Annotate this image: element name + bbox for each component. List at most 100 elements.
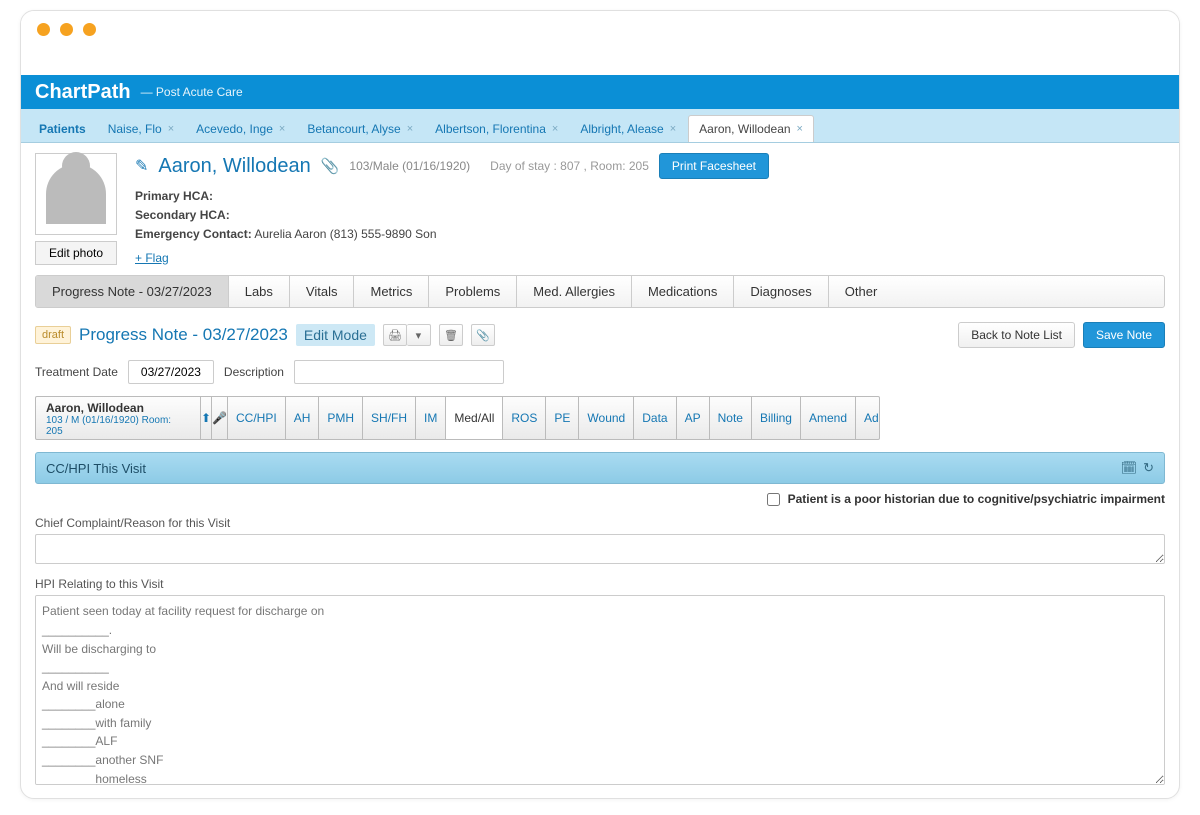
close-icon[interactable]: × [407, 123, 413, 135]
nav-item-wound[interactable]: Wound [579, 397, 634, 439]
print-button[interactable]: 🖨 [383, 324, 407, 346]
chart-tab-med-allergies[interactable]: Med. Allergies [517, 276, 632, 307]
patient-name: Aaron, Willodean [158, 155, 310, 178]
nav-item-ah[interactable]: AH [286, 397, 320, 439]
microphone-icon: 🎤 [212, 411, 227, 425]
primary-hca-label: Primary HCA: [135, 189, 213, 203]
treatment-date-label: Treatment Date [35, 365, 118, 379]
nav-item-addenda[interactable]: Addenda [856, 397, 880, 439]
close-icon[interactable]: × [279, 123, 285, 135]
delete-button[interactable]: 🗑 [439, 324, 463, 346]
nav-patient-sub: 103 / M (01/16/1920) Room: 205 [46, 415, 190, 437]
nav-item-im[interactable]: IM [416, 397, 446, 439]
patient-tab[interactable]: Naise, Flo × [98, 116, 184, 142]
paperclip-icon: 📎 [476, 329, 490, 342]
trash-icon: 🗑 [444, 329, 458, 342]
treatment-date-input[interactable] [128, 360, 214, 384]
chart-tab-vitals[interactable]: Vitals [290, 276, 355, 307]
patient-tab-label: Albertson, Florentina [435, 122, 546, 136]
patient-tab-strip: Patients Naise, Flo × Acevedo, Inge × Beta… [21, 109, 1179, 143]
poor-historian-label[interactable]: Patient is a poor historian due to cogni… [767, 492, 1165, 506]
nav-item-data[interactable]: Data [634, 397, 676, 439]
stay-info: Day of stay : 807 , Room: 205 [490, 159, 649, 173]
back-to-note-list-button[interactable]: Back to Note List [958, 322, 1075, 348]
add-flag-link[interactable]: + Flag [135, 251, 169, 265]
print-icon: 🖨 [388, 329, 402, 342]
note-title: Progress Note - 03/27/2023 [79, 325, 288, 345]
patient-tab[interactable]: Acevedo, Inge × [186, 116, 295, 142]
brand-name: ChartPath [35, 81, 131, 104]
hpi-label: HPI Relating to this Visit [35, 577, 1165, 591]
section-title: CC/HPI This Visit [46, 461, 146, 476]
chart-tab-other[interactable]: Other [829, 276, 894, 307]
paperclip-icon[interactable]: 📎 [321, 157, 340, 175]
chart-tab-metrics[interactable]: Metrics [354, 276, 429, 307]
nav-mic-button[interactable]: 🎤 [212, 397, 228, 439]
note-section-nav: Aaron, Willodean 103 / M (01/16/1920) Ro… [35, 396, 880, 440]
edit-mode-badge: Edit Mode [296, 324, 375, 346]
caret-down-icon: ▾ [416, 329, 422, 342]
close-icon[interactable]: × [797, 123, 803, 135]
nav-item-billing[interactable]: Billing [752, 397, 801, 439]
poor-historian-checkbox[interactable] [767, 493, 780, 506]
secondary-hca-label: Secondary HCA: [135, 208, 230, 222]
nav-patient-block: Aaron, Willodean 103 / M (01/16/1920) Ro… [36, 397, 201, 439]
person-icon [46, 164, 106, 224]
patient-tab-label: Acevedo, Inge [196, 122, 273, 136]
window-dot [37, 23, 50, 36]
refresh-icon[interactable]: ↻ [1143, 460, 1154, 476]
attach-button[interactable]: 📎 [471, 324, 495, 346]
patients-tab[interactable]: Patients [29, 116, 96, 142]
description-label: Description [224, 365, 284, 379]
nav-item-pe[interactable]: PE [546, 397, 579, 439]
nav-up-button[interactable]: ⬆ [201, 397, 212, 439]
hpi-textarea[interactable] [35, 595, 1165, 785]
poor-historian-text: Patient is a poor historian due to cogni… [788, 492, 1165, 506]
close-icon[interactable]: × [552, 123, 558, 135]
patient-tab[interactable]: Betancourt, Alyse × [297, 116, 423, 142]
arrow-up-icon: ⬆ [201, 411, 211, 425]
chart-tab-problems[interactable]: Problems [429, 276, 517, 307]
calendar-icon[interactable]: 🗓 [1121, 460, 1138, 476]
browser-chrome [21, 11, 1179, 47]
patient-tab[interactable]: Albright, Alease × [570, 116, 686, 142]
close-icon[interactable]: × [168, 123, 174, 135]
chief-complaint-label: Chief Complaint/Reason for this Visit [35, 516, 1165, 530]
patient-tab-label: Albright, Alease [580, 122, 663, 136]
chief-complaint-textarea[interactable] [35, 534, 1165, 564]
window-dot [60, 23, 73, 36]
chart-tabs: Progress Note - 03/27/2023 Labs Vitals M… [35, 275, 1165, 308]
nav-item-shfh[interactable]: SH/FH [363, 397, 416, 439]
nav-patient-name: Aaron, Willodean [46, 401, 190, 415]
nav-item-pmh[interactable]: PMH [319, 397, 363, 439]
nav-item-cchpi[interactable]: CC/HPI [228, 397, 286, 439]
nav-item-ros[interactable]: ROS [503, 397, 546, 439]
patient-tab-label: Naise, Flo [108, 122, 162, 136]
edit-photo-button[interactable]: Edit photo [35, 241, 117, 265]
close-icon[interactable]: × [670, 123, 676, 135]
window-dot [83, 23, 96, 36]
nav-item-ap[interactable]: AP [677, 397, 710, 439]
nav-item-medall[interactable]: Med/All [446, 397, 503, 439]
draft-badge: draft [35, 326, 71, 344]
chart-tab-diagnoses[interactable]: Diagnoses [734, 276, 828, 307]
description-input[interactable] [294, 360, 504, 384]
patient-tab-label: Betancourt, Alyse [307, 122, 400, 136]
brand-tagline: — Post Acute Care [141, 85, 243, 99]
section-header-cchpi: CC/HPI This Visit 🗓 ↻ [35, 452, 1165, 484]
patient-tab-active[interactable]: Aaron, Willodean × [688, 115, 814, 142]
chart-tab-progress-note[interactable]: Progress Note - 03/27/2023 [36, 276, 229, 307]
print-dropdown-button[interactable]: ▾ [407, 324, 431, 346]
emergency-contact-value: Aurelia Aaron (813) 555-9890 Son [254, 227, 436, 241]
print-facesheet-button[interactable]: Print Facesheet [659, 153, 769, 179]
pencil-icon[interactable]: ✎ [135, 156, 148, 176]
nav-item-note[interactable]: Note [710, 397, 752, 439]
patient-tab[interactable]: Albertson, Florentina × [425, 116, 568, 142]
chart-tab-medications[interactable]: Medications [632, 276, 734, 307]
patient-demographics: 103/Male (01/16/1920) [349, 159, 470, 173]
chart-tab-labs[interactable]: Labs [229, 276, 290, 307]
save-note-button[interactable]: Save Note [1083, 322, 1165, 348]
patient-tab-label: Aaron, Willodean [699, 122, 790, 136]
app-header: ChartPath — Post Acute Care [21, 75, 1179, 109]
nav-item-amend[interactable]: Amend [801, 397, 856, 439]
